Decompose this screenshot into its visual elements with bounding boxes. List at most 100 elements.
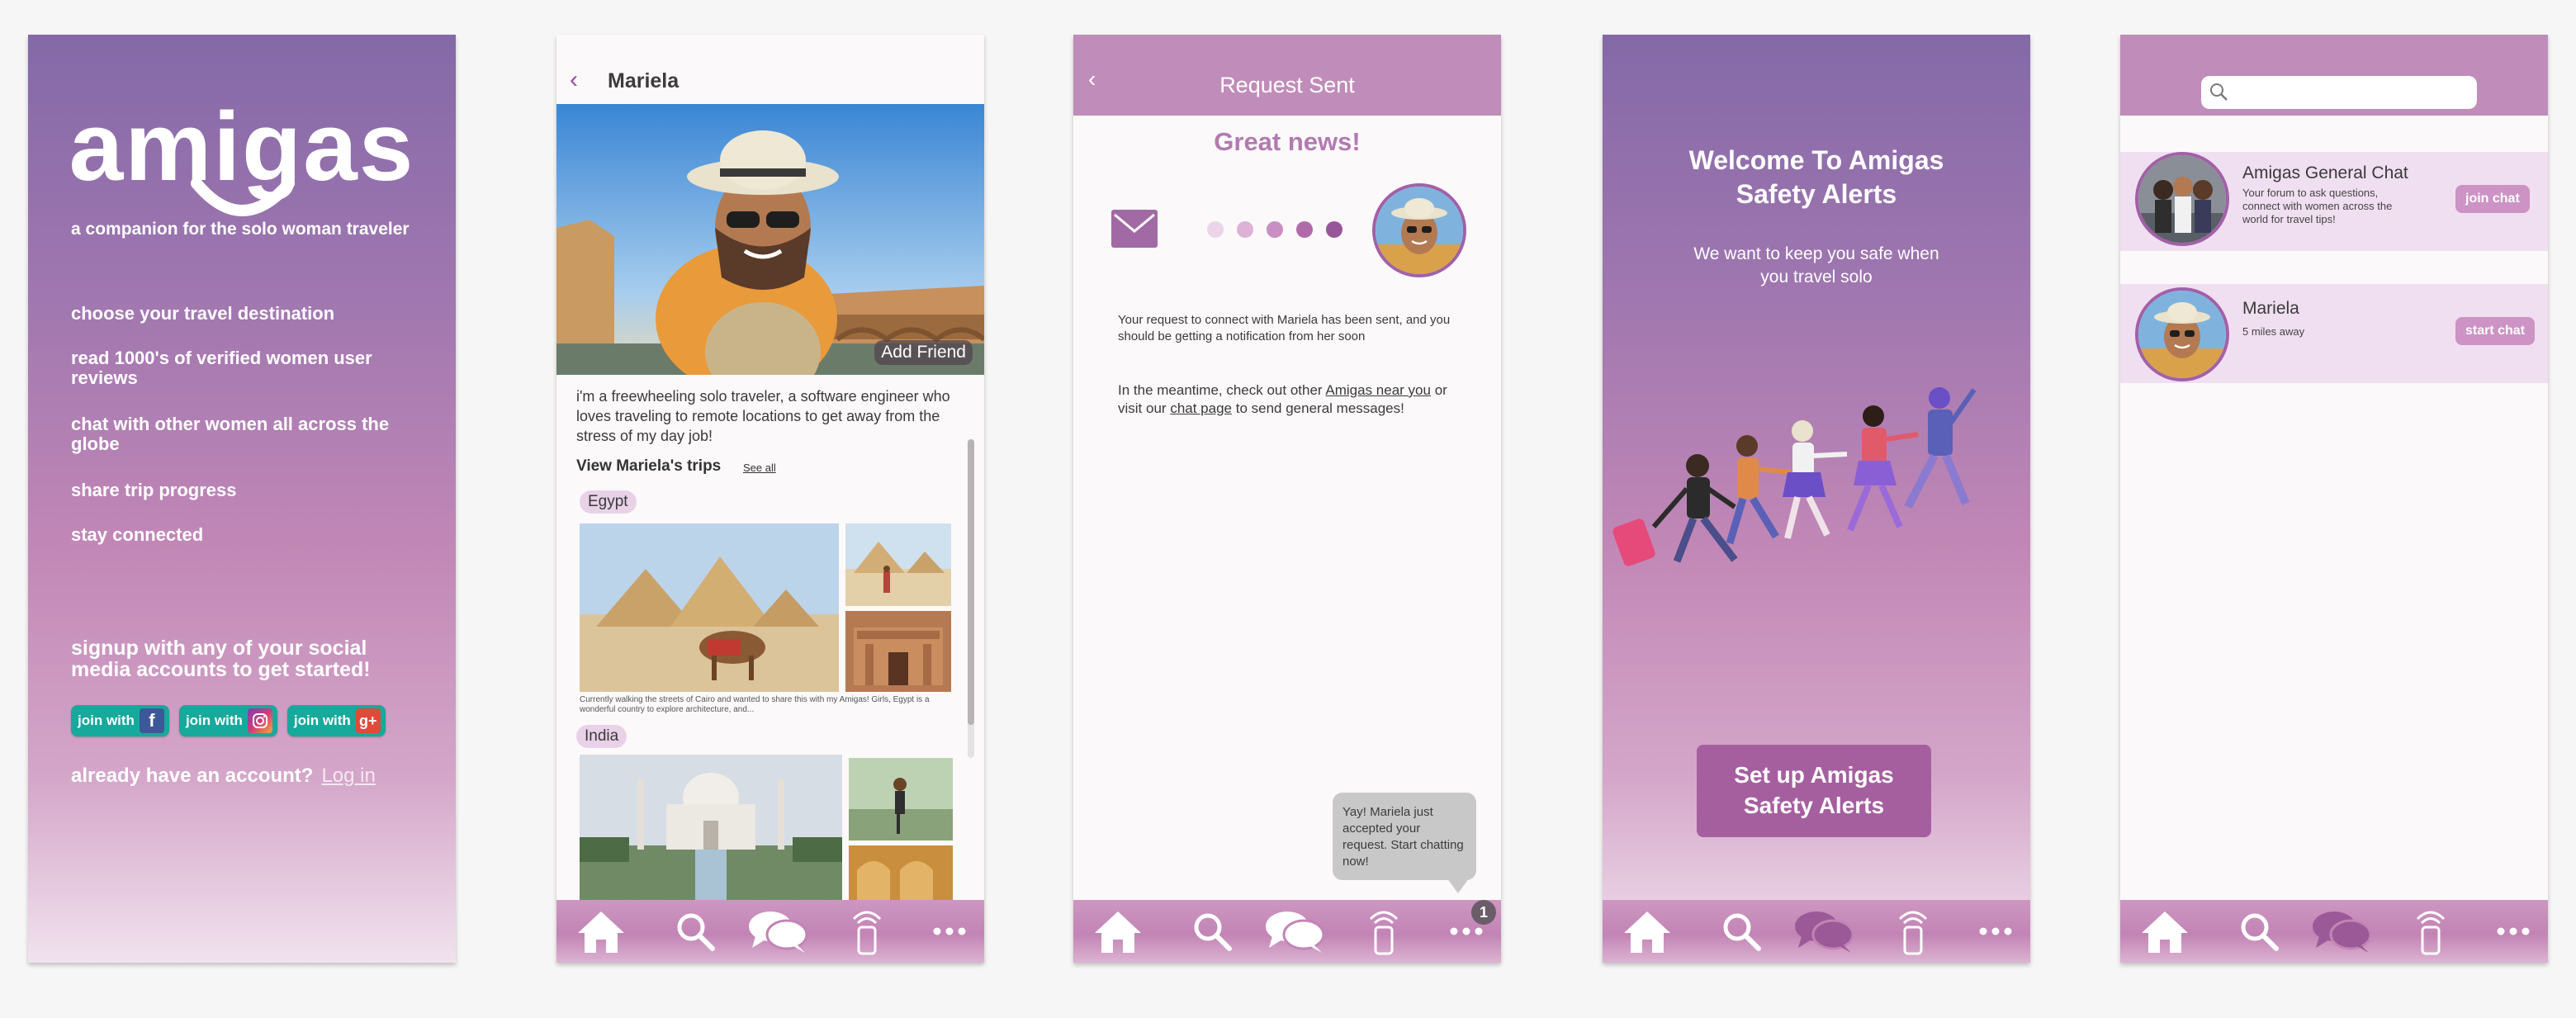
add-friend-button[interactable]: Add Friend [874,340,973,365]
progress-dot [1326,221,1342,238]
chat-name: Mariela [2242,299,2299,318]
tab-home[interactable] [560,900,642,963]
tab-bar [1603,900,2030,963]
tab-more[interactable] [908,900,984,963]
chat-icon [2313,911,2372,953]
search-icon [2210,83,2228,101]
trips-heading: View Mariela's trips [576,457,722,475]
tab-signal[interactable] [1342,900,1425,963]
join-label: join with [78,713,135,728]
tab-bar: 1 [1073,900,1501,963]
india-taj-mahal-photo[interactable] [580,755,842,900]
chats-screen: Amigas General Chat Your forum to ask qu… [2120,35,2548,963]
envelope-icon [1111,210,1158,248]
tab-signal[interactable] [2389,900,2472,963]
tab-search[interactable] [1700,900,1783,963]
tab-more[interactable] [1954,900,2030,963]
avatar [2135,152,2229,246]
tab-bar [2120,900,2548,963]
tab-home[interactable] [1077,900,1159,963]
request-sent-screen: ‹ Request Sent Great news! Your request … [1073,35,1501,963]
tagline: a companion for the solo woman traveler [71,220,410,239]
tab-chat[interactable] [2300,900,2383,963]
progress-dot [1237,221,1253,238]
tab-signal[interactable] [826,900,908,963]
chat-description: 5 miles away [2242,325,2305,338]
start-chat-button[interactable]: start chat [2455,317,2536,345]
tab-home[interactable] [1606,900,1688,963]
tab-search[interactable] [2218,900,2300,963]
profile-name: Mariela [608,69,680,92]
notification-toast[interactable]: Yay! Mariela just accepted your request.… [1333,793,1476,880]
login-link[interactable]: Log in [321,765,375,787]
egypt-woman-photo[interactable] [845,523,951,606]
join-instagram-button[interactable]: join with [178,705,277,736]
egypt-trip-caption: Currently walking the streets of Cairo a… [580,695,930,714]
more-icon [933,927,966,935]
chat-row-mariela[interactable]: Mariela 5 miles away start chat [2120,284,2548,383]
tab-search[interactable] [654,900,736,963]
chat-page-link[interactable]: chat page [1170,400,1232,416]
search-input[interactable] [2201,76,2477,109]
home-icon [2142,911,2188,953]
join-facebook-button[interactable]: join with f [71,705,169,736]
egypt-temple-photo[interactable] [845,611,951,692]
amigas-logo: amigas [69,97,413,216]
signal-icon [2416,911,2446,955]
chat-row-general[interactable]: Amigas General Chat Your forum to ask qu… [2120,152,2548,251]
see-all-link[interactable]: See all [743,462,776,474]
join-chat-button[interactable]: join chat [2455,185,2530,213]
tab-chat[interactable] [736,900,819,963]
meantime-pre: In the meantime, check out other [1118,382,1323,398]
egypt-pyramids-photo[interactable] [580,523,839,692]
search-icon [2241,913,2279,951]
tab-chat[interactable] [1253,900,1336,963]
meantime-text: In the meantime, check out other Amigas … [1118,381,1473,418]
tab-home[interactable] [2124,900,2206,963]
more-icon [1450,927,1483,935]
feature-item: share trip progress [71,480,237,500]
trip-chip-india[interactable]: India [576,725,627,748]
facebook-icon: f [139,708,164,733]
chat-icon [1266,911,1325,953]
tab-signal[interactable] [1872,900,1954,963]
headline: Great news! [1214,127,1361,156]
search-icon [677,913,715,951]
instagram-icon [247,708,272,733]
google-plus-icon: g+ [355,708,381,733]
more-icon [1979,927,2012,935]
avatar [1372,183,1466,277]
chat-description: Your forum to ask questions, connect wit… [2242,187,2393,225]
trip-chip-egypt[interactable]: Egypt [580,490,637,514]
avatar [2135,287,2229,381]
chat-icon [749,911,808,953]
tab-chat[interactable] [1783,900,1865,963]
tab-more[interactable]: 1 [1425,900,1501,963]
join-google-plus-button[interactable]: join with g+ [286,705,386,736]
india-palace-photo[interactable] [849,845,953,903]
profile-bio: i'm a freewheeling solo traveler, a soft… [576,388,950,444]
india-yoga-photo[interactable] [849,758,953,840]
social-join-row: join with f join with join with g+ [71,705,386,736]
feature-item: chat with other women all across the glo… [71,414,390,454]
amigas-near-you-link[interactable]: Amigas near you [1325,382,1431,398]
safety-alerts-screen: Welcome To Amigas Safety Alerts We want … [1603,35,2030,963]
join-label: join with [293,713,351,728]
home-icon [1095,911,1141,953]
tab-more[interactable] [2472,900,2548,963]
feature-list: choose your travel destination read 1000… [71,304,434,570]
login-row: already have an account? Log in [71,765,376,788]
tab-search[interactable] [1171,900,1253,963]
chat-name: Amigas General Chat [2242,163,2408,182]
signal-icon [852,911,882,955]
request-message: Your request to connect with Mariela has… [1118,313,1451,343]
home-icon [1624,911,1670,953]
setup-safety-alerts-button[interactable]: Set up Amigas Safety Alerts [1697,745,1931,837]
scrollbar-thumb[interactable] [968,439,974,725]
back-chevron-icon[interactable]: ‹ [570,68,578,92]
home-icon [578,911,624,953]
join-label: join with [185,713,243,728]
signal-icon [1898,911,1928,955]
chat-icon [1795,911,1854,953]
profile-hero-photo [556,104,984,375]
